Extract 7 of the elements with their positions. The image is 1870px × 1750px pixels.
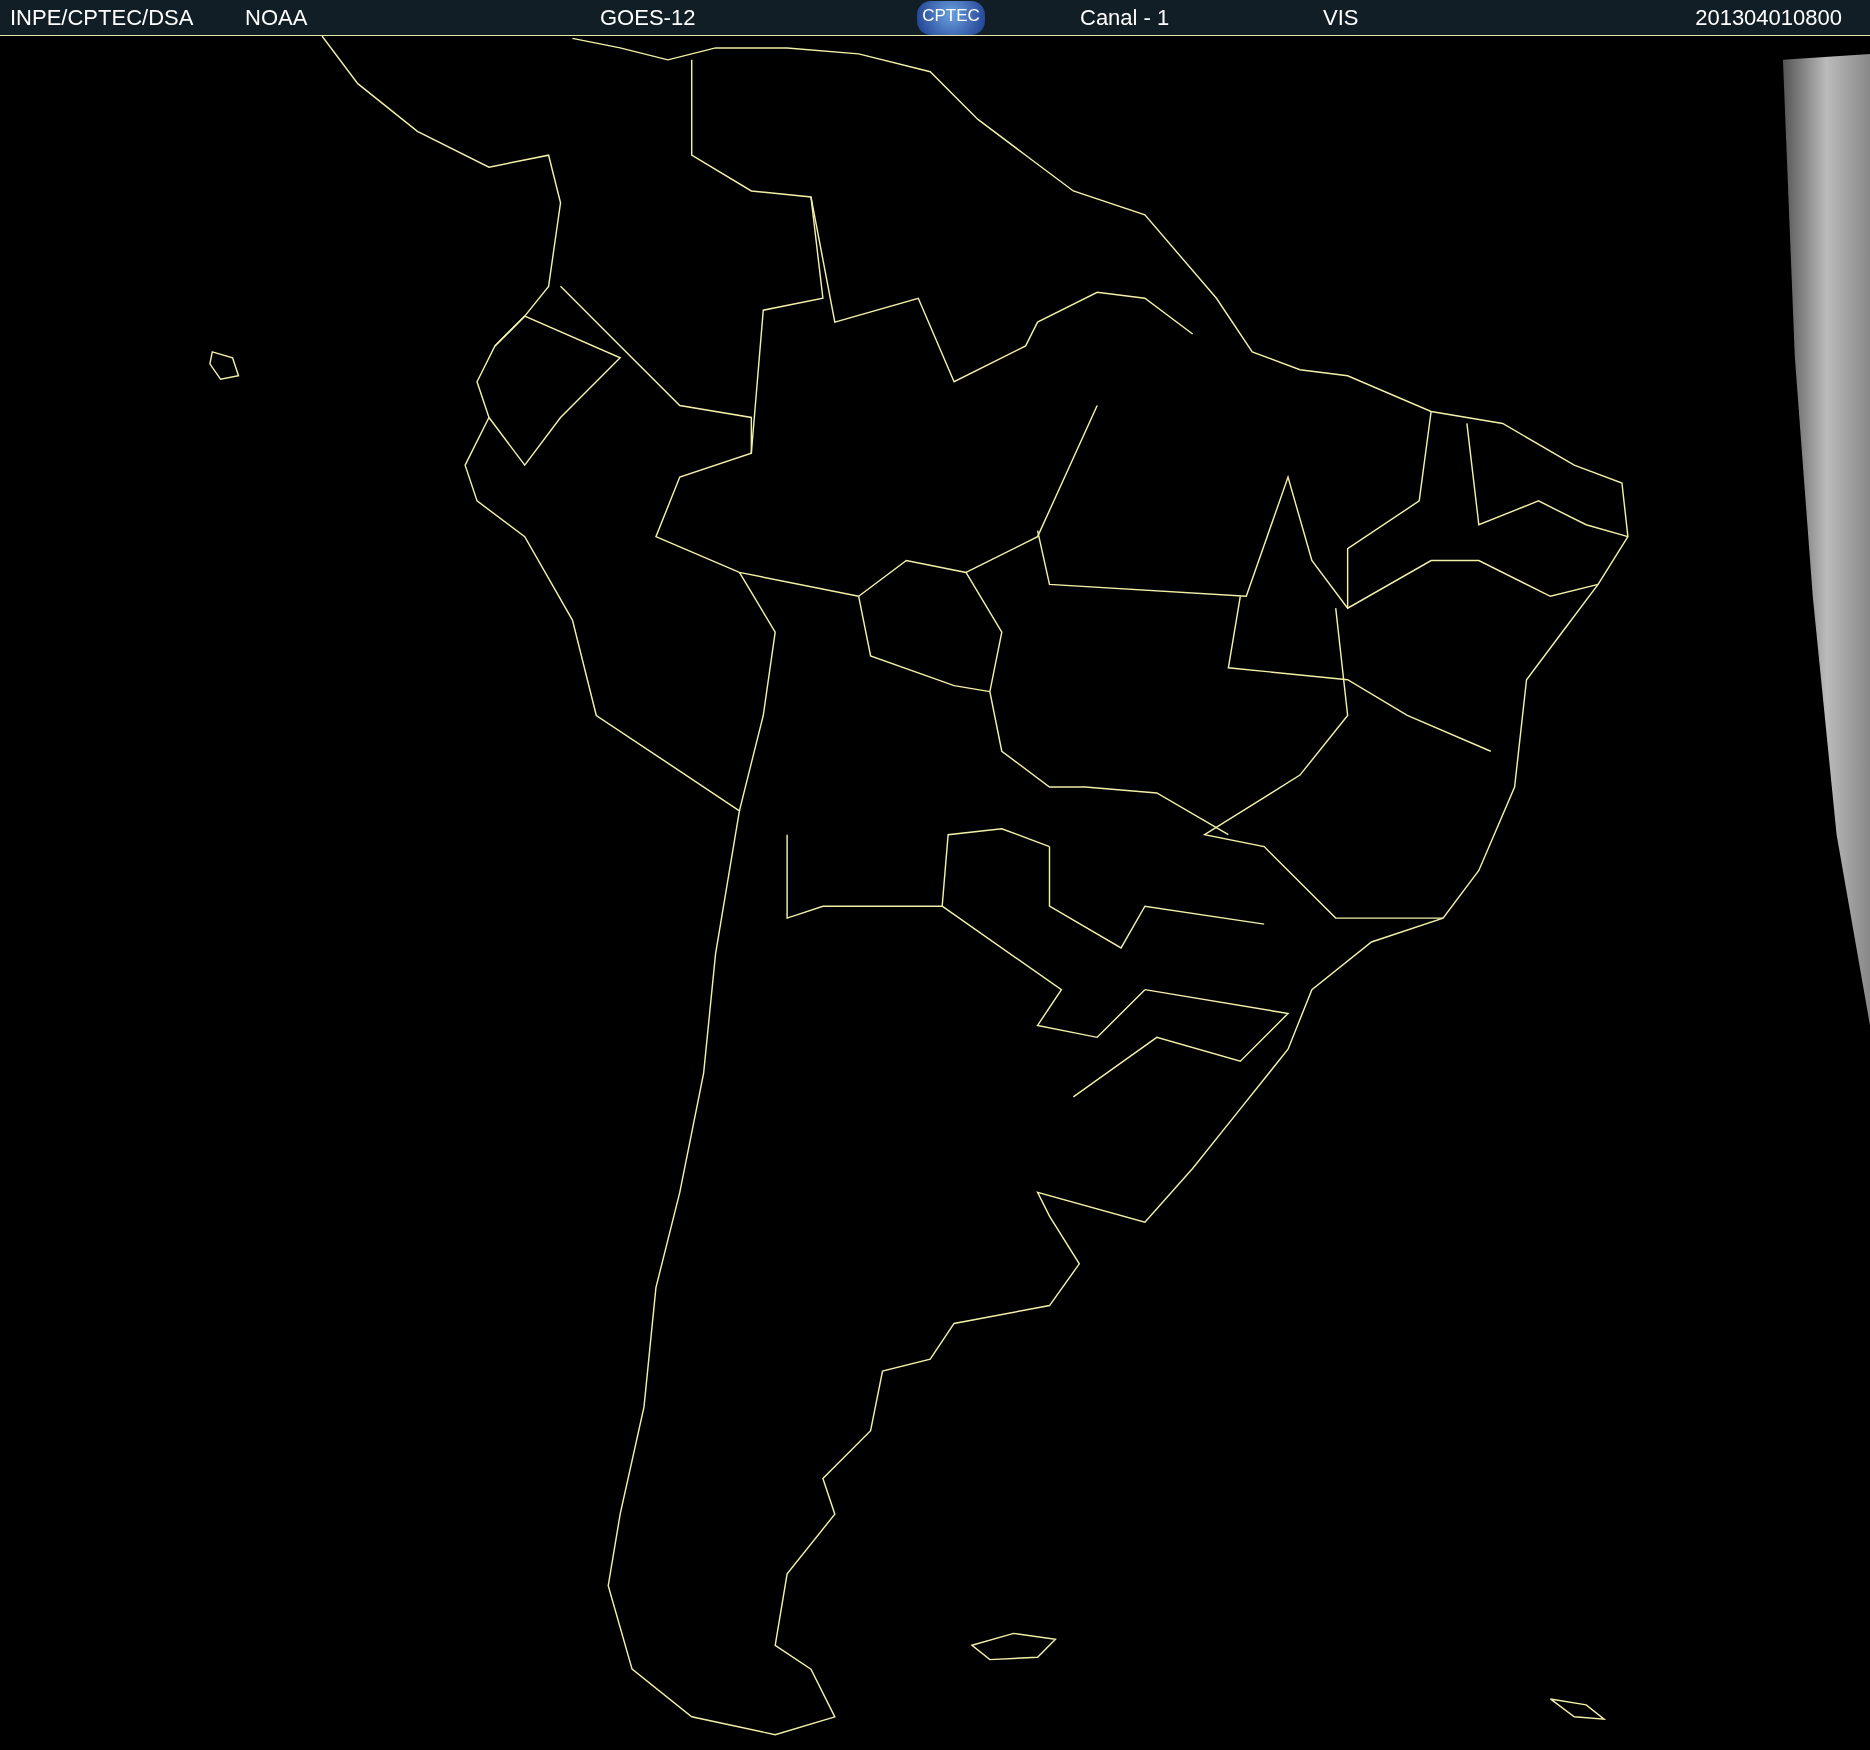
agency-label: NOAA xyxy=(245,4,309,31)
timestamp-label: 201304010800 xyxy=(1695,4,1842,31)
channel-label: Canal - 1 xyxy=(1080,4,1171,31)
band-label: VIS xyxy=(1323,4,1360,31)
logo: CPTEC xyxy=(917,0,985,35)
satellite-label: GOES-12 xyxy=(600,4,697,31)
source-label: INPE/CPTEC/DSA xyxy=(10,4,195,31)
